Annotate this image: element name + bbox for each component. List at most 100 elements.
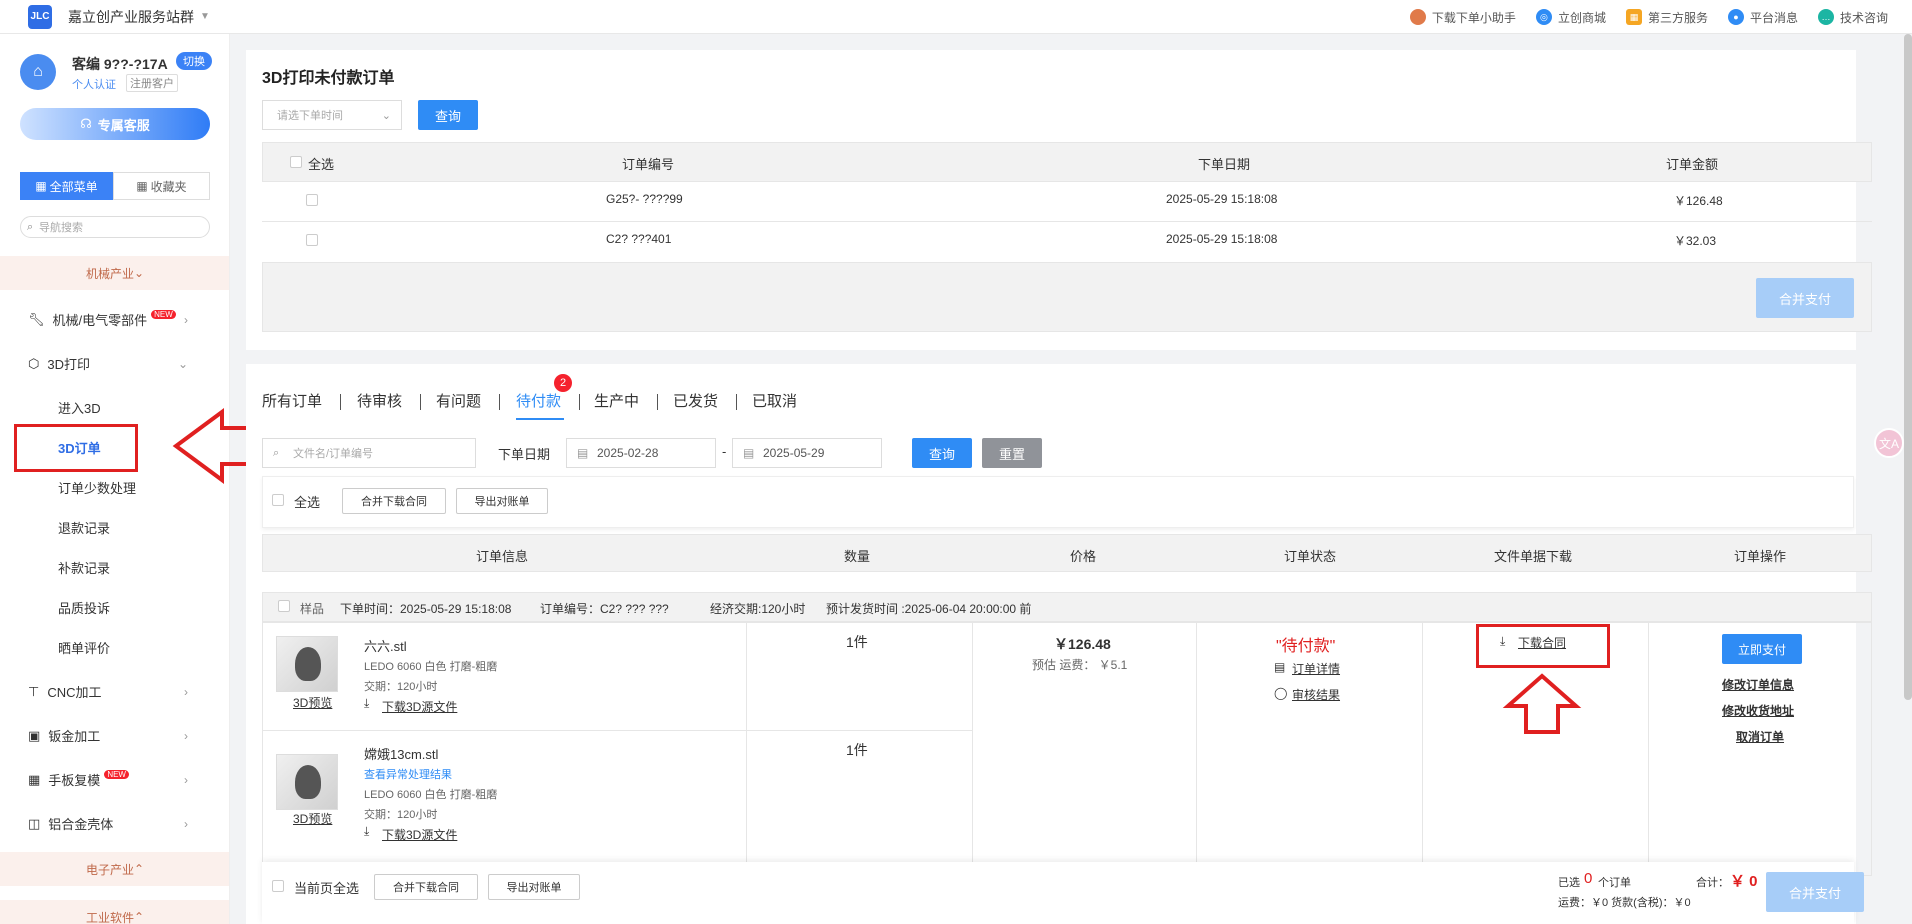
merge-pay-button[interactable]: 合并支付 bbox=[1766, 872, 1864, 912]
sidebar-item-mech-parts[interactable]: 🔧︎ 机械/电气零部件 NEW › bbox=[28, 310, 208, 329]
highlight-box bbox=[14, 424, 138, 472]
shipping-estimate: 预估 运费： ￥5.1 bbox=[1032, 658, 1128, 672]
audit-result-link[interactable]: 审核结果 bbox=[1292, 686, 1340, 703]
site-logo[interactable]: JLC bbox=[28, 4, 52, 29]
nav-search-input[interactable]: ⌕ 导航搜索 bbox=[20, 216, 210, 238]
material-spec: LEDO 6060 白色 打磨-粗磨 bbox=[364, 661, 498, 673]
site-name[interactable]: 嘉立创产业服务站群 bbox=[68, 7, 194, 27]
export-statement-button[interactable]: 导出对账单 bbox=[488, 874, 580, 900]
unpaid-orders-panel: 3D打印未付款订单 请选下单时间 ⌄ 查询 全选 订单编号 下单日期 订单金额 G… bbox=[246, 50, 1872, 350]
query-button[interactable]: 查询 bbox=[418, 100, 478, 130]
modify-address-link[interactable]: 修改收货地址 bbox=[1722, 702, 1794, 719]
page-select-all-checkbox[interactable] bbox=[272, 880, 284, 892]
selected-count: 0 bbox=[1584, 870, 1593, 887]
top-link-mall[interactable]: ◎ 立创商城 bbox=[1535, 9, 1606, 26]
tab-separator bbox=[736, 394, 737, 410]
select-all-checkbox[interactable] bbox=[290, 156, 302, 168]
check-circle-icon: ◯ bbox=[1274, 686, 1288, 700]
abnormal-result-link[interactable]: 查看异常处理结果 bbox=[364, 766, 452, 782]
sample-tag: 样品 bbox=[300, 602, 325, 616]
sidebar-item-enter-3d[interactable]: 进入3D bbox=[58, 398, 101, 417]
3d-preview-link[interactable]: 3D预览 bbox=[293, 810, 332, 827]
section-electronics[interactable]: 电子产业 ⌃ bbox=[0, 852, 229, 886]
sidebar-item-supplement[interactable]: 补款记录 bbox=[58, 558, 110, 577]
order-time-select[interactable]: 请选下单时间 ⌄ bbox=[262, 100, 402, 130]
order-time: 下单时间：2025-05-29 15:18:08 bbox=[340, 602, 512, 616]
personal-verify-link[interactable]: 个人认证 bbox=[72, 76, 116, 92]
file-order-search-input[interactable]: ⌕ 文件名/订单编号 bbox=[262, 438, 476, 468]
translate-icon[interactable]: 文A bbox=[1874, 428, 1904, 458]
sidebar-item-aluminum[interactable]: ◫ 铝合金壳体 › bbox=[28, 814, 208, 833]
sidebar-item-handboard[interactable]: ▦ 手板复模 NEW › bbox=[28, 770, 208, 789]
sidebar-item-sheet-metal[interactable]: ▣ 钣金加工 › bbox=[28, 726, 208, 745]
sidebar-item-review[interactable]: 晒单评价 bbox=[58, 638, 110, 657]
document-icon: ▤ bbox=[1274, 660, 1286, 674]
row-checkbox[interactable] bbox=[306, 234, 318, 246]
tab-in-production[interactable]: 生产中 bbox=[594, 390, 639, 411]
model-thumbnail[interactable] bbox=[276, 636, 338, 692]
tab-shipped[interactable]: 已发货 bbox=[673, 390, 718, 411]
top-link-third-party[interactable]: ▦ 第三方服务 bbox=[1625, 9, 1708, 26]
reset-button[interactable]: 重置 bbox=[982, 438, 1042, 468]
col-order-date: 下单日期 bbox=[1198, 157, 1251, 172]
home-icon[interactable]: ⌂ bbox=[20, 54, 56, 90]
col-actions: 订单操作 bbox=[1734, 549, 1787, 564]
mall-icon: ◎ bbox=[1535, 9, 1552, 25]
sidebar-item-quality[interactable]: 品质投诉 bbox=[58, 598, 110, 617]
page-scrollbar[interactable] bbox=[1904, 34, 1912, 700]
merge-download-button[interactable]: 合并下载合同 bbox=[342, 488, 446, 514]
merge-download-button[interactable]: 合并下载合同 bbox=[374, 874, 478, 900]
sidebar-item-3d-print[interactable]: ⬡ 3D打印 ⌄ bbox=[28, 354, 208, 373]
orders-panel: 所有订单 待审核 有问题 待付款 生产中 已发货 已取消 2 ⌕ 文件名/订单编号… bbox=[246, 364, 1872, 924]
grid-icon: ▦ bbox=[136, 179, 148, 193]
top-link-messages[interactable]: ● 平台消息 bbox=[1727, 9, 1798, 26]
export-statement-button[interactable]: 导出对账单 bbox=[456, 488, 548, 514]
total-label: 合计： bbox=[1696, 877, 1729, 889]
tab-favorites[interactable]: ▦ 收藏夹 bbox=[113, 172, 210, 200]
order-number: 订单编号：C2? ??? ??? bbox=[540, 602, 669, 616]
date-to-input[interactable]: ▤ 2025-05-29 bbox=[732, 438, 882, 468]
tab-all-orders[interactable]: 所有订单 bbox=[262, 390, 322, 411]
col-divider bbox=[1196, 622, 1197, 876]
order-date: 2025-05-29 15:18:08 bbox=[1166, 232, 1278, 246]
tab-cancelled[interactable]: 已取消 bbox=[752, 390, 797, 411]
switch-button[interactable]: 切换 bbox=[176, 52, 212, 70]
sidebar-item-order-small[interactable]: 订单少数处理 bbox=[58, 478, 136, 497]
active-tab-indicator bbox=[516, 418, 564, 420]
merge-pay-button[interactable]: 合并支付 bbox=[1756, 278, 1854, 318]
dedicated-service-button[interactable]: ☊ 专属客服 bbox=[20, 108, 210, 140]
col-order-no: 订单编号 bbox=[622, 157, 675, 172]
row-checkbox[interactable] bbox=[306, 194, 318, 206]
tab-problem[interactable]: 有问题 bbox=[436, 390, 481, 411]
query-button[interactable]: 查询 bbox=[912, 438, 972, 468]
chevron-down-icon[interactable]: ▼ bbox=[200, 11, 210, 22]
select-placeholder: 请选下单时间 bbox=[277, 110, 343, 122]
sidebar-item-cnc[interactable]: ⊤ CNC加工 › bbox=[28, 682, 208, 701]
download-3d-source-link[interactable]: 下载3D源文件 bbox=[382, 826, 457, 843]
top-link-assistant[interactable]: 下载下单小助手 bbox=[1409, 9, 1516, 26]
section-software[interactable]: 工业软件 ⌃ bbox=[0, 900, 229, 924]
selected-suffix: 个订单 bbox=[1598, 877, 1631, 889]
order-detail-link[interactable]: 订单详情 bbox=[1292, 660, 1340, 677]
tab-pending-review[interactable]: 待审核 bbox=[357, 390, 402, 411]
file-name: 嫦娥13cm.stl bbox=[364, 747, 439, 762]
section-mechanical[interactable]: 机械产业 ⌄ bbox=[0, 256, 229, 290]
tab-all-menu[interactable]: ▦ 全部菜单 bbox=[20, 172, 113, 200]
sidebar-item-refund[interactable]: 退款记录 bbox=[58, 518, 110, 537]
select-all-checkbox[interactable] bbox=[272, 494, 284, 506]
cancel-order-link[interactable]: 取消订单 bbox=[1736, 728, 1784, 745]
3d-preview-link[interactable]: 3D预览 bbox=[293, 694, 332, 711]
group-checkbox[interactable] bbox=[278, 600, 290, 612]
model-thumbnail[interactable] bbox=[276, 754, 338, 810]
date-from-input[interactable]: ▤ 2025-02-28 bbox=[566, 438, 716, 468]
search-icon: ⌕ bbox=[27, 220, 34, 233]
page-select-all-label: 当前页全选 bbox=[294, 881, 360, 896]
modify-order-info-link[interactable]: 修改订单信息 bbox=[1722, 676, 1794, 693]
top-link-support[interactable]: … 技术咨询 bbox=[1817, 9, 1888, 26]
chevron-right-icon: › bbox=[184, 312, 188, 327]
tab-pending-payment[interactable]: 待付款 bbox=[516, 390, 561, 411]
date-separator: - bbox=[722, 444, 727, 459]
pay-now-button[interactable]: 立即支付 bbox=[1722, 634, 1802, 664]
download-3d-source-link[interactable]: 下载3D源文件 bbox=[382, 698, 457, 715]
top-link-label: 立创商城 bbox=[1557, 10, 1606, 25]
